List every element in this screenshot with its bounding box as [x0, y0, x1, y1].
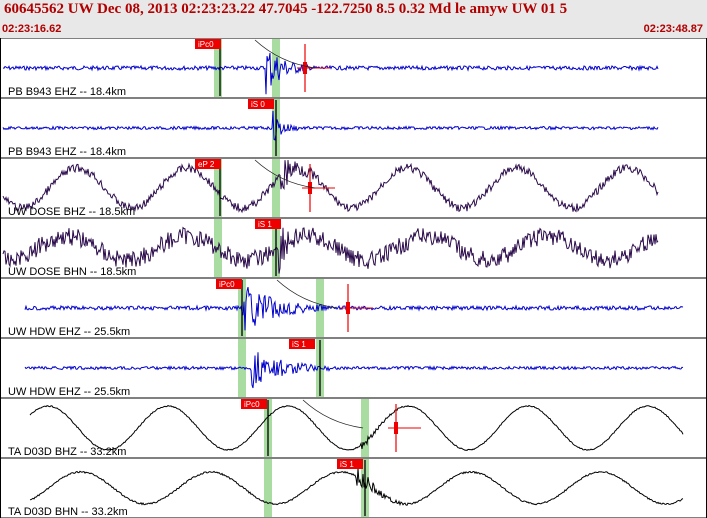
seismogram-panel[interactable]: iPc0 PB B943 EHZ -- 18.4km iS 0 PB B943 EHZ…: [0, 38, 707, 518]
residual-marker: [308, 182, 312, 194]
station-label: TA D03D BHZ -- 33.2km: [8, 446, 126, 458]
pick-label: iS 0: [251, 100, 265, 109]
trace-row[interactable]: iPc0 UW HDW EHZ -- 25.5km: [8, 279, 684, 338]
residual-marker: [394, 422, 398, 434]
end-time: 02:23:48.87: [643, 23, 703, 35]
trace-row[interactable]: iS 1 UW DOSE BHN -- 18.5km: [2, 219, 659, 278]
start-time: 02:23:16.62: [2, 23, 62, 35]
seismogram-waveform: [2, 159, 659, 214]
pick-window: [264, 459, 272, 517]
event-title: 60645562 UW Dec 08, 2013 02:23:23.22 47.…: [4, 1, 568, 17]
pick-label: iPc0: [219, 280, 235, 289]
pick-label: eP 2: [198, 160, 215, 169]
pick-label: iS 1: [292, 340, 306, 349]
pick-label: iPc0: [244, 400, 260, 409]
trace-row[interactable]: iS 0 PB B943 EHZ -- 18.4km: [2, 99, 659, 158]
seismogram-waveform: [29, 467, 684, 507]
seismogram-waveform: [2, 110, 659, 141]
coda-curve: [302, 399, 364, 429]
pick-label: iS 1: [340, 460, 354, 469]
seismogram-waveform: [29, 404, 684, 451]
station-label: UW DOSE BHN -- 18.5km: [8, 266, 136, 278]
station-label: PB B943 EHZ -- 18.4km: [8, 86, 126, 98]
residual-marker: [303, 62, 307, 74]
event-header: 60645562 UW Dec 08, 2013 02:23:23.22 47.…: [0, 0, 707, 38]
station-label: TA D03D BHN -- 33.2km: [8, 506, 128, 518]
station-label: PB B943 EHZ -- 18.4km: [8, 146, 126, 158]
station-label: UW DOSE BHZ -- 18.5km: [8, 206, 135, 218]
trace-row[interactable]: iPc0 TA D03D BHZ -- 33.2km: [8, 399, 684, 458]
pick-label: iPc0: [198, 40, 214, 49]
station-label: UW HDW EHZ -- 25.5km: [8, 326, 130, 338]
pick-window: [272, 159, 280, 217]
trace-row[interactable]: iS 1 UW HDW EHZ -- 25.5km: [8, 339, 684, 398]
station-label: UW HDW EHZ -- 25.5km: [8, 386, 130, 398]
trace-row[interactable]: iPc0 PB B943 EHZ -- 18.4km: [2, 39, 659, 98]
trace-row[interactable]: iS 1 TA D03D BHN -- 33.2km: [8, 459, 684, 518]
seismogram-waveform: [24, 352, 684, 389]
trace-row[interactable]: eP 2 UW DOSE BHZ -- 18.5km: [2, 159, 659, 218]
seismogram-waveform: [24, 286, 684, 331]
coda-curve: [276, 279, 338, 309]
pick-label: iS 1: [258, 220, 272, 229]
residual-marker: [346, 302, 350, 314]
